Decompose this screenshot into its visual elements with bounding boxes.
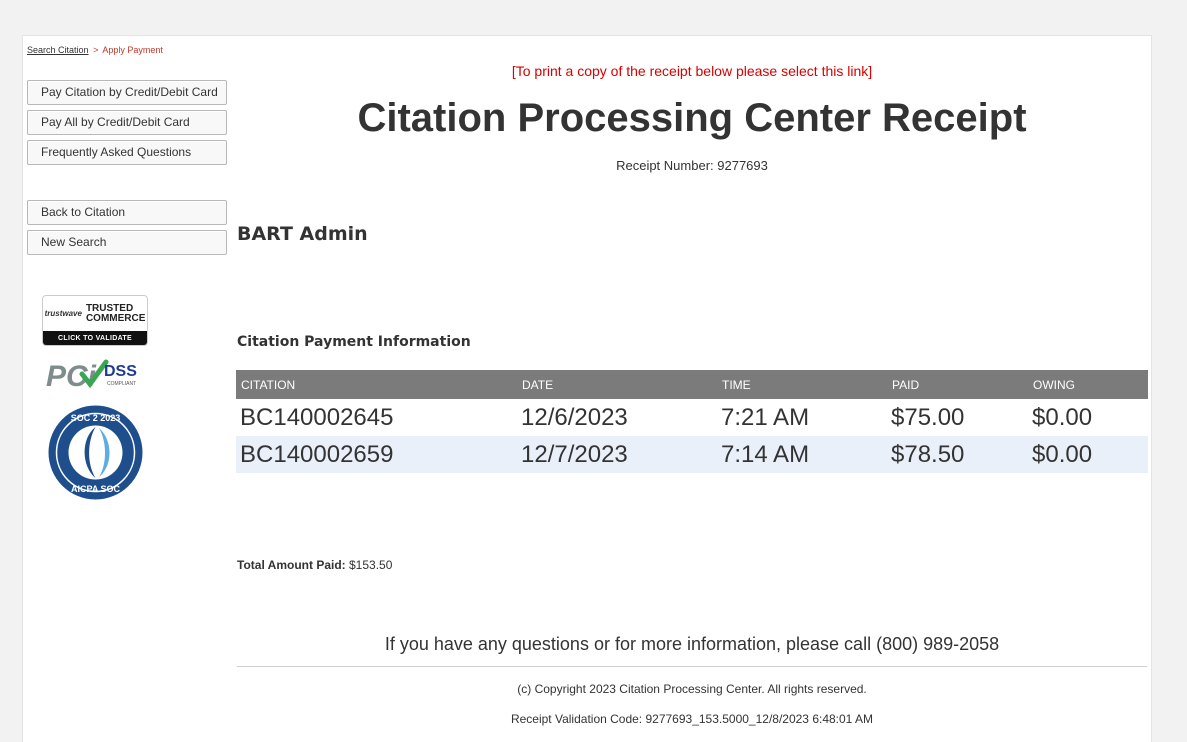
citation-owing: $0.00 — [1028, 399, 1148, 436]
receipt-number-label: Receipt Number: — [616, 158, 714, 173]
table-row: BC140002659 12/7/2023 7:14 AM $78.50 $0.… — [236, 436, 1148, 473]
citation-owing: $0.00 — [1028, 436, 1148, 473]
new-search-button[interactable]: New Search — [27, 230, 227, 255]
trustwave-logo-text: trustwave — [44, 308, 82, 318]
citation-time: 7:21 AM — [717, 399, 887, 436]
trusted-commerce-badge[interactable]: trustwave TRUSTED COMMERCE CLICK TO VALI… — [42, 295, 148, 346]
payment-table: CITATION DATE TIME PAID OWING BC14000264… — [236, 370, 1148, 473]
header-paid: PAID — [887, 370, 1028, 399]
copyright-text: (c) Copyright 2023 Citation Processing C… — [517, 682, 867, 696]
pci-text: PCi — [46, 360, 97, 393]
account-name: BART Admin — [237, 223, 368, 245]
footer-divider — [237, 666, 1147, 667]
citation-time: 7:14 AM — [717, 436, 887, 473]
compliant-text: COMPLIANT — [107, 381, 136, 387]
pay-all-button[interactable]: Pay All by Credit/Debit Card — [27, 110, 227, 135]
trusted-commerce-logo: trustwave TRUSTED COMMERCE — [43, 296, 147, 331]
header-date: DATE — [517, 370, 717, 399]
print-receipt-link[interactable]: [To print a copy of the receipt below pl… — [237, 63, 1147, 79]
header-time: TIME — [717, 370, 887, 399]
citation-date: 12/7/2023 — [517, 436, 717, 473]
table-header-row: CITATION DATE TIME PAID OWING — [236, 370, 1148, 399]
back-to-citation-button[interactable]: Back to Citation — [27, 200, 227, 225]
citation-number: BC140002645 — [236, 399, 517, 436]
breadcrumb-current: Apply Payment — [102, 45, 163, 55]
soc2-badge-icon: SOC 2 2023 AICPA SOC — [48, 405, 143, 500]
total-label: Total Amount Paid: — [237, 558, 346, 572]
dss-text: DSS — [104, 363, 137, 380]
header-citation: CITATION — [236, 370, 517, 399]
table-row: BC140002645 12/6/2023 7:21 AM $75.00 $0.… — [236, 399, 1148, 436]
payment-section-title: Citation Payment Information — [237, 334, 471, 350]
payment-nav: Pay Citation by Credit/Debit Card Pay Al… — [27, 80, 227, 170]
validation-code: Receipt Validation Code: 9277693_153.500… — [510, 712, 874, 726]
receipt-number-value: 9277693 — [717, 158, 768, 173]
citation-paid: $78.50 — [887, 436, 1028, 473]
receipt-number: Receipt Number: 9277693 — [237, 158, 1147, 173]
click-to-validate-text: CLICK TO VALIDATE — [43, 331, 147, 345]
breadcrumb-separator: > — [93, 45, 99, 55]
pay-citation-button[interactable]: Pay Citation by Credit/Debit Card — [27, 80, 227, 105]
citation-paid: $75.00 — [887, 399, 1028, 436]
breadcrumb: Search Citation > Apply Payment — [27, 45, 163, 55]
citation-number: BC140002659 — [236, 436, 517, 473]
total-value: $153.50 — [349, 558, 393, 572]
contact-info: If you have any questions or for more in… — [384, 634, 1000, 654]
navigation-nav: Back to Citation New Search — [27, 200, 227, 260]
receipt-title: Citation Processing Center Receipt — [357, 96, 1027, 140]
header-owing: OWING — [1028, 370, 1148, 399]
commerce-text: COMMERCE — [85, 312, 146, 324]
total-amount-paid: Total Amount Paid: $153.50 — [237, 558, 392, 572]
soc-bottom-text: AICPA SOC — [71, 484, 121, 494]
citation-date: 12/6/2023 — [517, 399, 717, 436]
pci-dss-badge-icon: PCi DSS COMPLIANT — [46, 359, 137, 393]
faq-button[interactable]: Frequently Asked Questions — [27, 140, 227, 165]
breadcrumb-search-citation-link[interactable]: Search Citation — [27, 45, 89, 55]
soc-top-text: SOC 2 2023 — [71, 413, 121, 423]
page-container: Search Citation > Apply Payment Pay Cita… — [22, 35, 1152, 742]
